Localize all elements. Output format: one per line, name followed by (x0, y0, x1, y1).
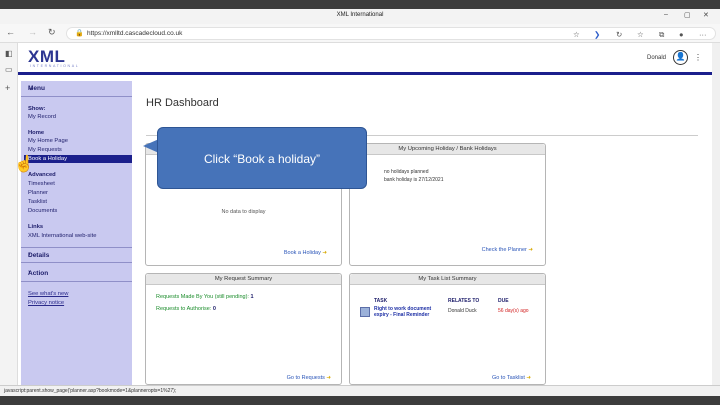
forward-icon[interactable]: → (28, 27, 37, 37)
page-title: HR Dashboard (146, 97, 219, 109)
arrow-icon: ➜ (528, 247, 533, 253)
request-panel-header: My Request Summary (146, 274, 341, 285)
task-name-link[interactable]: Right to work document expiry - Final Re… (374, 306, 442, 318)
logo-subtitle: INTERNATIONAL (30, 64, 80, 68)
new-tab-icon[interactable]: + (5, 83, 10, 93)
upcoming-panel-header: My Upcoming Holiday / Bank Holidays (350, 144, 545, 155)
action-header[interactable]: Action › (21, 266, 132, 282)
nav-my-home-page[interactable]: My Home Page (28, 138, 68, 144)
go-to-requests-link[interactable]: Go to Requests ➜ (287, 375, 331, 381)
favorite-star-icon[interactable]: ☆ (573, 30, 580, 39)
top-frame (0, 0, 720, 9)
menu-header[interactable]: Menu ⌄ (21, 81, 132, 97)
requests-authorise-text: Requests to Authorise: 0 (156, 306, 216, 312)
book-holiday-link[interactable]: Book a Holiday ➜ (284, 250, 327, 256)
instruction-callout: Click “Book a holiday” (157, 127, 367, 189)
links-section: Links (28, 224, 44, 230)
extension-icon[interactable]: ❯ (594, 30, 600, 39)
browser-more-icon[interactable]: ··· (699, 30, 707, 39)
whats-new-link[interactable]: See what's new (28, 291, 68, 297)
chevron-right-icon: › (28, 269, 31, 276)
no-data-text: No data to display (221, 209, 266, 215)
status-text: javascript:parent.show_page('planner.asp… (4, 388, 177, 394)
refresh-settings-icon[interactable]: ↻ (616, 30, 622, 39)
refresh-icon[interactable]: ↻ (48, 27, 56, 38)
window-title: XML International (336, 12, 384, 18)
site-header: XML INTERNATIONAL Donald 👤 ⋮ (18, 43, 712, 75)
check-planner-link[interactable]: Check the Planner ➜ (482, 247, 533, 253)
nav-timesheet[interactable]: Timesheet (28, 181, 55, 187)
nav-xml-website[interactable]: XML International web-site (28, 233, 96, 239)
nav-book-holiday[interactable]: Book a Holiday (24, 155, 132, 163)
tab-actions-icon[interactable]: ◧ (5, 49, 13, 58)
show-section: Show: (28, 106, 46, 112)
task-document-icon (360, 307, 370, 317)
address-bar[interactable]: 🔒 https://xmlltd.cascadecloud.co.uk ☆ ❯ … (66, 27, 716, 40)
privacy-notice-link[interactable]: Privacy notice (28, 300, 64, 306)
address-bar-row: ← → ↻ 🔒 https://xmlltd.cascadecloud.co.u… (0, 24, 720, 43)
callout-text: Click “Book a holiday” (203, 152, 321, 166)
upcoming-line-2: bank holiday is 27/12/2021 (384, 177, 444, 183)
close-window-button[interactable]: ✕ (703, 11, 709, 19)
upcoming-line-1: no holidays planned (384, 169, 429, 175)
minimize-button[interactable]: – (664, 11, 668, 18)
arrow-icon: ➜ (322, 250, 327, 256)
user-name: Donald (646, 55, 666, 61)
page-scrollbar[interactable] (712, 43, 720, 385)
nav-my-requests[interactable]: My Requests (28, 147, 62, 153)
status-bar: javascript:parent.show_page('planner.asp… (0, 385, 720, 396)
due-col-header: DUE (498, 298, 509, 304)
browser-sidebar: ◧ ▭ + (0, 43, 18, 393)
nav-planner[interactable]: Planner (28, 190, 48, 196)
tab-icon[interactable]: ▭ (5, 65, 13, 74)
maximize-button[interactable]: ▢ (684, 11, 691, 19)
details-header[interactable]: Details › (21, 247, 132, 263)
go-to-tasklist-link[interactable]: Go to Tasklist ➜ (492, 375, 531, 381)
more-options-icon[interactable]: ⋮ (694, 53, 702, 62)
bottom-frame (0, 396, 720, 405)
arrow-icon: ➜ (526, 375, 531, 381)
collections-icon[interactable]: ⧉ (659, 30, 664, 40)
back-icon[interactable]: ← (6, 27, 15, 37)
left-navigation: Menu ⌄ Show: My Record Home My Home Page… (21, 81, 132, 385)
lock-icon: 🔒 (75, 30, 84, 37)
task-summary-panel: My Task List Summary TASK RELATES TO DUE… (349, 273, 546, 385)
home-section: Home (28, 130, 45, 136)
upcoming-holiday-panel: My Upcoming Holiday / Bank Holidays no h… (349, 143, 546, 266)
nav-documents[interactable]: Documents (28, 208, 57, 214)
request-summary-panel: My Request Summary Requests Made By You … (145, 273, 342, 385)
chevron-down-icon: ⌄ (28, 85, 34, 92)
title-bar: XML International – ▢ ✕ (0, 9, 720, 24)
nav-my-record[interactable]: My Record (28, 114, 56, 120)
profile-icon[interactable]: ● (679, 30, 684, 39)
user-avatar-icon[interactable]: 👤 (673, 50, 688, 65)
arrow-icon: ➜ (326, 375, 331, 381)
web-page: XML INTERNATIONAL Donald 👤 ⋮ Menu ⌄ Show… (18, 43, 712, 385)
nav-tasklist[interactable]: Tasklist (28, 199, 47, 205)
requests-made-text: Requests Made By You (still pending): 1 (156, 294, 254, 300)
chevron-right-icon: › (28, 251, 31, 258)
task-relates-to: Donald Duck (448, 308, 477, 314)
task-due: 56 day(s) ago (498, 308, 529, 314)
task-panel-header: My Task List Summary (350, 274, 545, 285)
favorites-icon[interactable]: ☆ (637, 30, 644, 39)
hand-cursor-icon: ☝ (14, 156, 34, 173)
relates-col-header: RELATES TO (448, 298, 480, 304)
task-col-header: TASK (374, 298, 388, 304)
url-text[interactable]: https://xmlltd.cascadecloud.co.uk (87, 30, 182, 37)
